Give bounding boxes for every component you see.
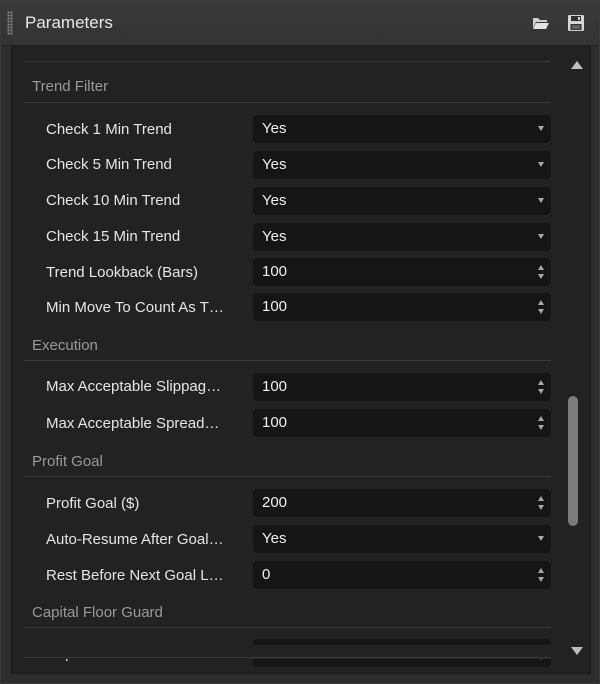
spinner-value: 100 [262,298,288,315]
param-label-check-15-min-trend: Check 15 Min Trend [46,228,181,245]
spinner-value: 0 [262,566,271,583]
folder-open-icon[interactable] [532,14,550,32]
param-label-max-acceptable-spread: Max Acceptable Spread… [46,415,220,432]
divider [24,657,551,658]
param-label-check-10-min-trend: Check 10 Min Trend [46,192,181,209]
check-15-min-trend-dropdown[interactable]: Yes [253,223,551,251]
save-icon[interactable] [567,14,585,32]
spin-up-icon[interactable] [538,300,544,305]
spin-down-icon[interactable] [538,505,544,510]
dropdown-arrow-icon[interactable] [538,536,544,541]
vertical-scrollbar[interactable] [564,47,590,673]
param-label-check-1-min-trend: Check 1 Min Trend [46,121,172,138]
scroll-up-arrow-icon[interactable] [571,61,583,69]
check-10-min-trend-dropdown[interactable]: Yes [253,187,551,215]
param-label-check-5-min-trend: Check 5 Min Trend [46,156,172,173]
dropdown-arrow-icon[interactable] [538,162,544,167]
param-label-rest-before-next-goal: Rest Before Next Goal L… [46,567,224,584]
dropdown-value: Yes [262,156,287,173]
parameters-window: Parameters Trend Filter Check 1 Min Tren… [0,0,600,684]
param-label-min-move: Min Move To Count As T… [46,299,224,316]
spinner-value: 100 [262,378,288,395]
dropdown-value: Yes [262,228,287,245]
dropdown-value: Yes [262,530,287,547]
dropdown-value: Yes [262,192,287,209]
min-move-spinner[interactable]: 100 [253,293,551,321]
section-divider [24,476,551,477]
dropdown-arrow-icon[interactable] [538,126,544,131]
section-divider [24,627,551,628]
section-divider [24,102,551,103]
spinner-value: 100 [262,414,288,431]
spinner-value: 200 [262,494,288,511]
section-divider [24,360,551,361]
check-5-min-trend-dropdown[interactable]: Yes [253,151,551,179]
parameters-list[interactable]: Trend Filter Check 1 Min Trend Yes Check… [12,47,564,673]
auto-resume-dropdown[interactable]: Yes [253,525,551,553]
dropdown-arrow-icon[interactable] [538,198,544,203]
spin-down-icon[interactable] [538,425,544,430]
divider [24,61,551,62]
spin-up-icon[interactable] [538,416,544,421]
scroll-down-arrow-icon[interactable] [571,647,583,655]
profit-goal-spinner[interactable]: 200 [253,489,551,517]
rest-before-next-goal-spinner[interactable]: 0 [253,561,551,589]
trend-lookback-spinner[interactable]: 100 [253,258,551,286]
title-bar[interactable]: Parameters [1,1,599,46]
spin-up-icon[interactable] [538,265,544,270]
spin-up-icon[interactable] [538,496,544,501]
max-acceptable-slippage-spinner[interactable]: 100 [253,373,551,401]
dropdown-value: Yes [262,120,287,137]
parameters-panel: Trend Filter Check 1 Min Trend Yes Check… [11,46,591,674]
spin-down-icon[interactable] [538,577,544,582]
spinner-value: 100 [262,263,288,280]
param-label-profit-goal: Profit Goal ($) [46,495,140,512]
window-title: Parameters [25,13,113,32]
spin-down-icon[interactable] [538,389,544,394]
spin-up-icon[interactable] [538,380,544,385]
section-title-trend-filter: Trend Filter [32,78,109,95]
param-label-auto-resume: Auto-Resume After Goal… [46,531,224,548]
section-title-execution: Execution [32,337,98,354]
param-label-max-acceptable-slippage: Max Acceptable Slippag… [46,378,222,395]
check-1-min-trend-dropdown[interactable]: Yes [253,115,551,143]
scrollbar-thumb[interactable] [568,396,578,526]
section-title-profit-goal: Profit Goal [32,453,103,470]
spin-down-icon[interactable] [538,309,544,314]
param-label-trend-lookback: Trend Lookback (Bars) [46,264,199,281]
section-title-capital-floor-guard: Capital Floor Guard [32,604,163,621]
spin-down-icon[interactable] [538,274,544,279]
drag-grip-icon[interactable] [7,11,13,35]
spin-up-icon[interactable] [538,568,544,573]
dropdown-arrow-icon[interactable] [538,234,544,239]
max-acceptable-spread-spinner[interactable]: 100 [253,409,551,437]
